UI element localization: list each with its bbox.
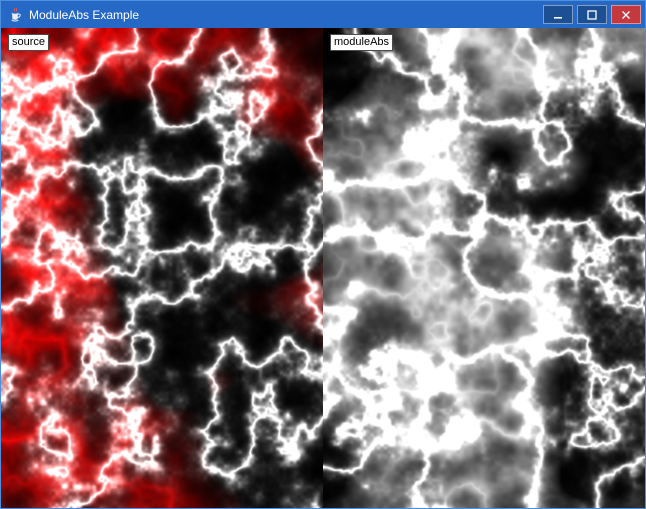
- maximize-button[interactable]: [577, 5, 607, 24]
- moduleabs-image: [323, 28, 645, 508]
- source-image: [1, 28, 323, 508]
- window-title: ModuleAbs Example: [29, 8, 543, 22]
- maximize-icon: [587, 10, 597, 20]
- close-icon: [621, 10, 631, 20]
- close-button[interactable]: [611, 5, 641, 24]
- title-bar[interactable]: ModuleAbs Example: [1, 1, 645, 28]
- java-app-icon: [7, 7, 23, 23]
- app-window: ModuleAbs Example source: [0, 0, 646, 509]
- minimize-button[interactable]: [543, 5, 573, 24]
- minimize-icon: [553, 10, 563, 20]
- window-controls: [543, 1, 645, 28]
- source-panel: source: [1, 28, 323, 508]
- moduleabs-label: moduleAbs: [330, 34, 393, 51]
- moduleabs-panel: moduleAbs: [323, 28, 645, 508]
- source-label: source: [8, 34, 49, 51]
- window-content: source moduleAbs: [1, 28, 645, 508]
